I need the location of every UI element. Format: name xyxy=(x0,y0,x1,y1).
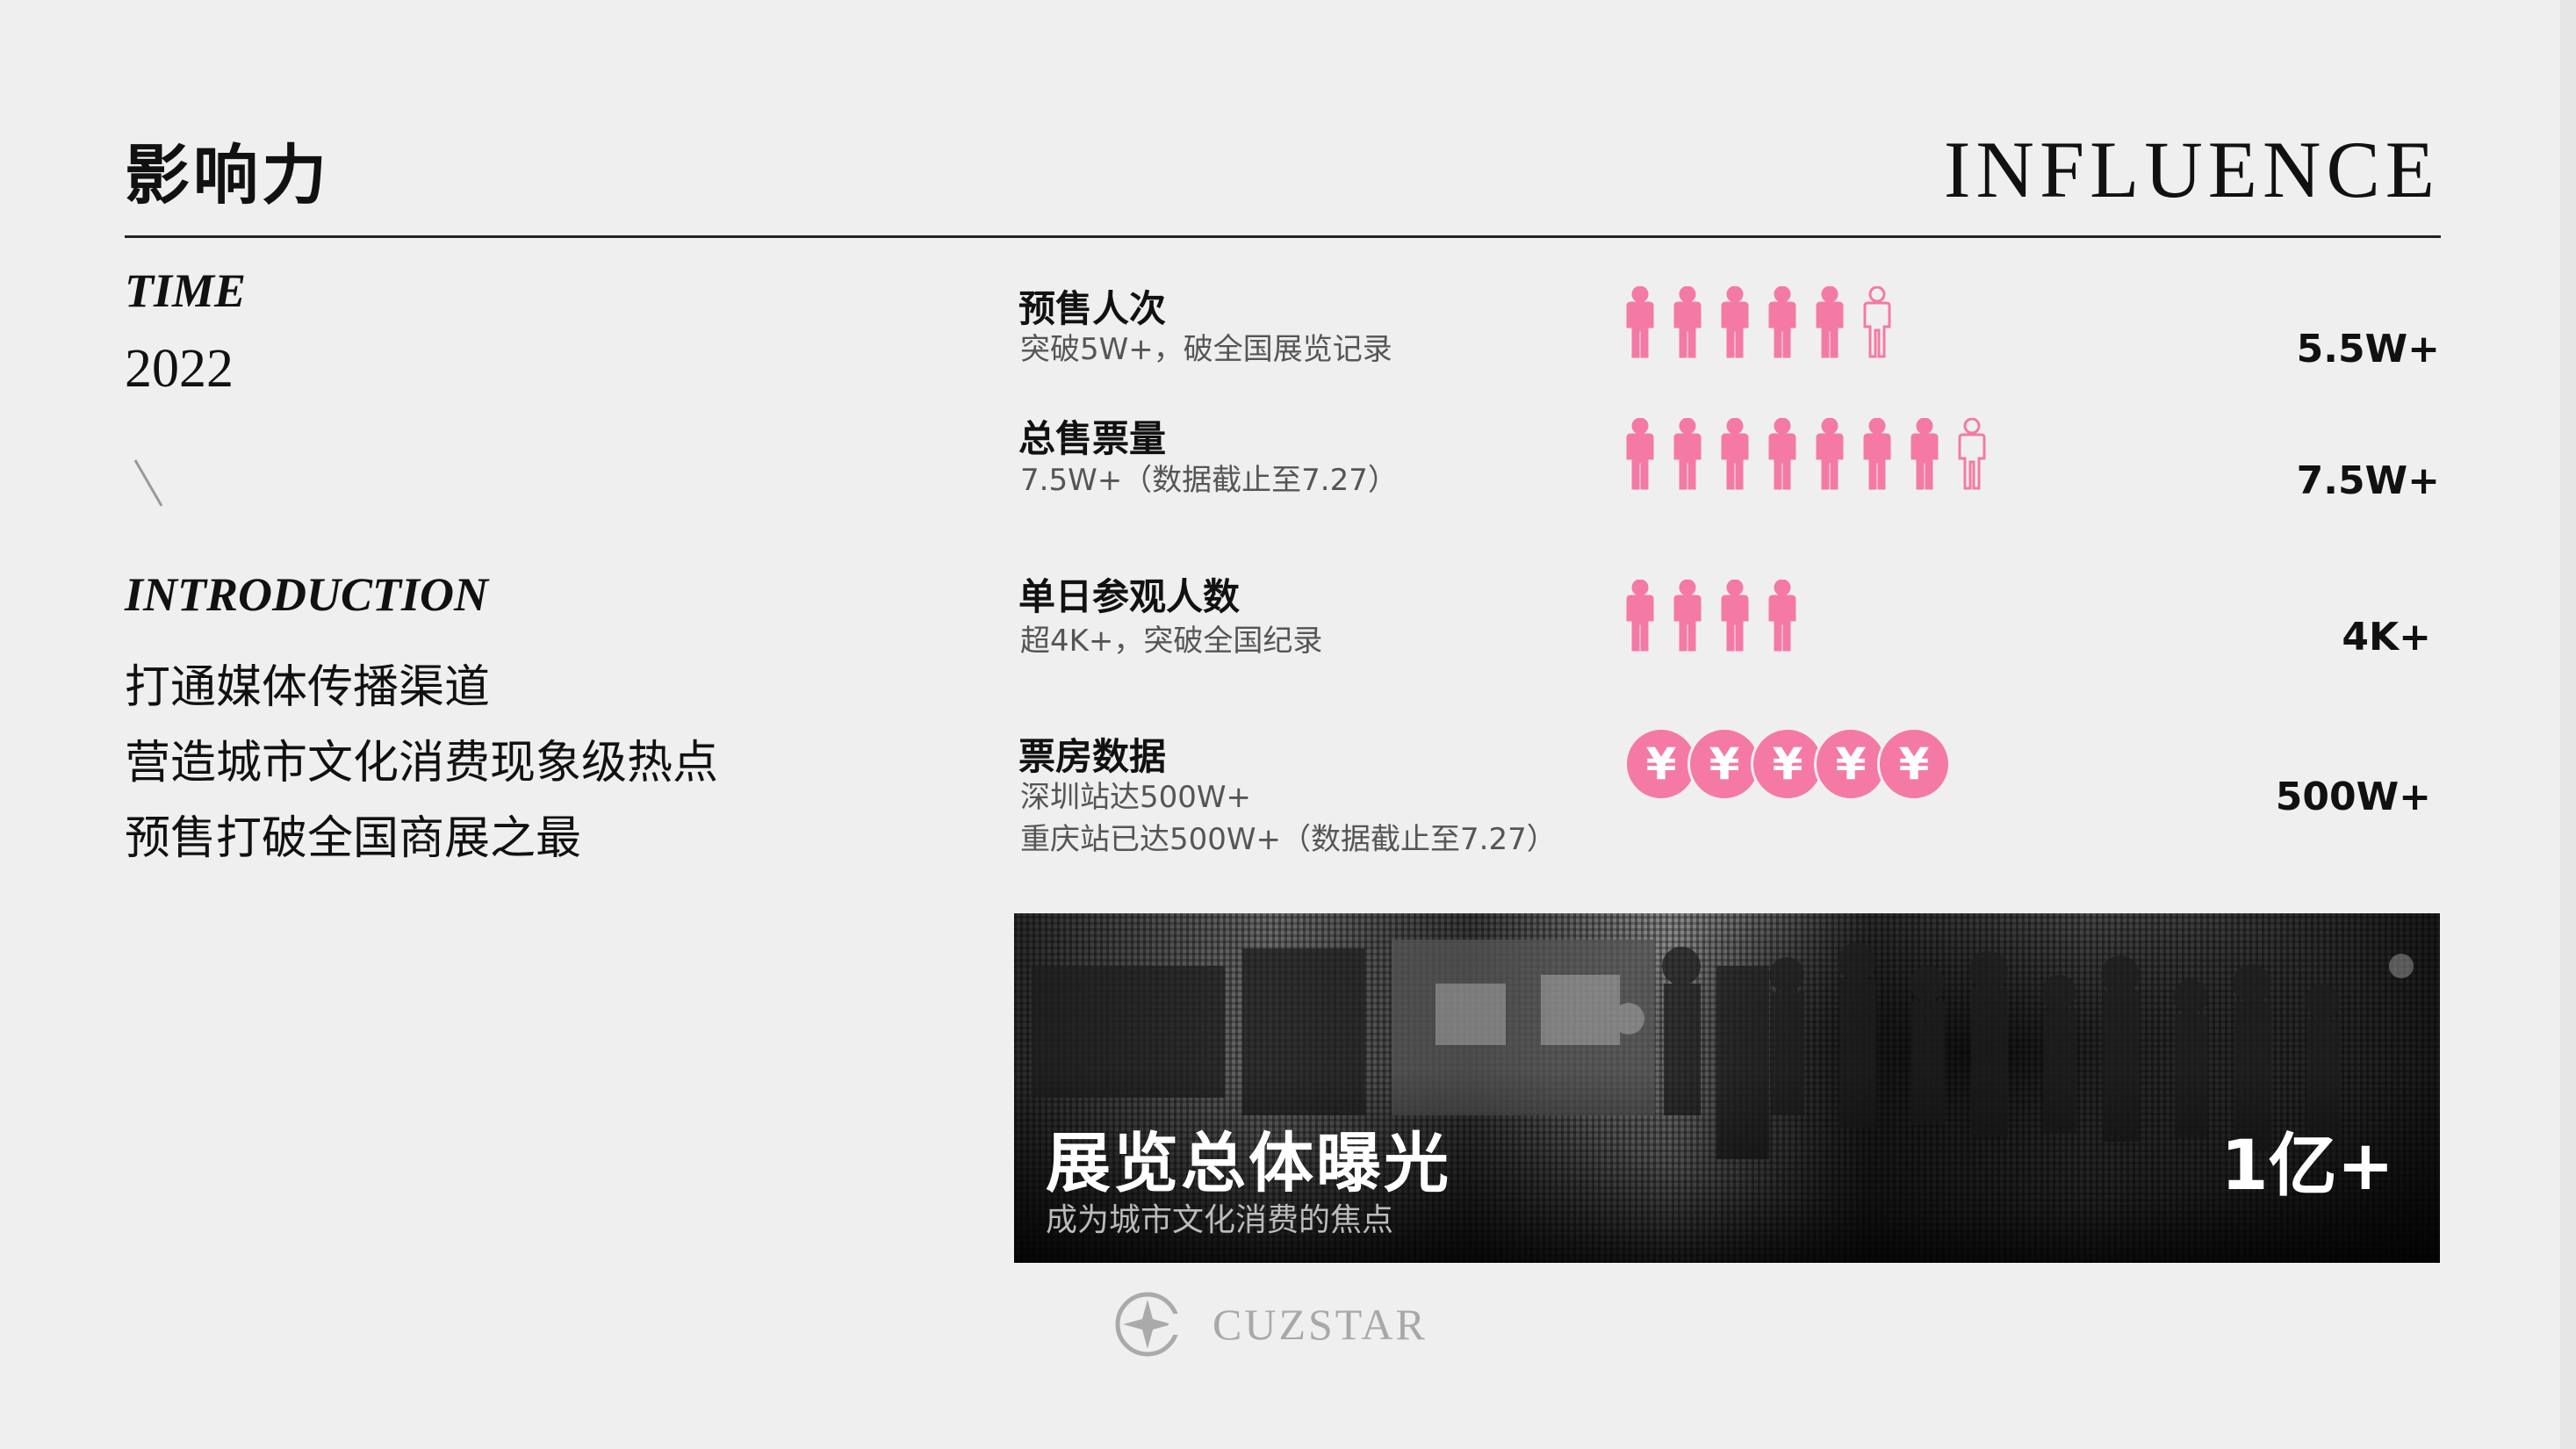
introduction-text: 打通媒体传播渠道 营造城市文化消费现象级热点 预售打破全国商展之最 xyxy=(125,650,718,876)
introduction-line: 预售打破全国商展之最 xyxy=(125,812,582,865)
banner-value: 1亿+ xyxy=(2220,1127,2394,1206)
stat-title-box-office: 票房数据 xyxy=(1018,735,1167,778)
stat-icons-box-office: ¥ ¥ ¥ ¥ ¥ xyxy=(1624,727,1951,801)
star-compass-icon xyxy=(1115,1292,1190,1357)
person-icon xyxy=(1863,286,1891,358)
person-icon xyxy=(1673,580,1702,652)
person-icon xyxy=(1673,418,1702,490)
exposure-banner: 展览总体曝光 成为城市文化消费的焦点 1亿+ xyxy=(1014,913,2440,1263)
person-icon xyxy=(1721,418,1749,490)
yuan-coin-icon: ¥ xyxy=(1877,727,1951,801)
time-value: 2022 xyxy=(125,339,234,399)
banner-subtitle: 成为城市文化消费的焦点 xyxy=(1046,1202,1394,1238)
person-icon xyxy=(1910,418,1939,490)
person-icon xyxy=(1816,418,1844,490)
page-title-english: INFLUENCE xyxy=(1943,125,2440,214)
stat-desc-line: 深圳站达500W+ xyxy=(1020,780,1252,815)
banner-title: 展览总体曝光 xyxy=(1046,1126,1451,1201)
stat-title-presale: 预售人次 xyxy=(1018,287,1167,330)
stat-value-daily-visitors: 4K+ xyxy=(2342,615,2431,660)
person-icon xyxy=(1673,286,1702,358)
person-icon xyxy=(1768,286,1796,358)
stat-desc-presale: 突破5W+，破全国展览记录 xyxy=(1020,332,1392,367)
header-divider xyxy=(125,235,2441,238)
slash-divider xyxy=(133,459,163,507)
person-icon xyxy=(1768,418,1796,490)
page-edge xyxy=(2560,0,2576,1449)
time-label: TIME xyxy=(125,264,247,317)
person-icon xyxy=(1626,580,1654,652)
stat-value-total-tickets: 7.5W+ xyxy=(2296,458,2440,503)
person-icon xyxy=(1721,286,1749,358)
stat-title-daily-visitors: 单日参观人数 xyxy=(1018,575,1241,618)
stat-value-box-office: 500W+ xyxy=(2275,775,2431,819)
introduction-line: 营造城市文化消费现象级热点 xyxy=(125,737,719,789)
page-title: 影响力 xyxy=(125,138,330,213)
logo-text: CUZSTAR xyxy=(1212,1300,1428,1349)
person-icon xyxy=(1768,580,1796,652)
stat-title-total-tickets: 总售票量 xyxy=(1018,417,1167,460)
stat-icons-presale xyxy=(1623,286,1895,358)
stat-desc-line: 重庆站已达500W+（数据截止至7.27） xyxy=(1020,822,1557,857)
person-icon xyxy=(1721,580,1749,652)
stat-value-presale: 5.5W+ xyxy=(2296,327,2440,371)
stat-desc-total-tickets: 7.5W+（数据截止至7.27） xyxy=(1020,463,1398,498)
stat-desc-daily-visitors: 超4K+，突破全国纪录 xyxy=(1020,624,1323,659)
person-icon xyxy=(1626,286,1654,358)
person-icon xyxy=(1958,418,1986,490)
stat-icons-total-tickets xyxy=(1623,418,1990,490)
introduction-label: INTRODUCTION xyxy=(125,568,489,621)
brand-logo: CUZSTAR xyxy=(1111,1289,1428,1359)
person-icon xyxy=(1626,418,1654,490)
person-icon xyxy=(1816,286,1844,358)
stat-icons-daily-visitors xyxy=(1623,580,1800,652)
person-icon xyxy=(1863,418,1891,490)
introduction-line: 打通媒体传播渠道 xyxy=(125,661,491,714)
stat-desc-box-office: 深圳站达500W+ 重庆站已达500W+（数据截止至7.27） xyxy=(1020,776,1557,861)
